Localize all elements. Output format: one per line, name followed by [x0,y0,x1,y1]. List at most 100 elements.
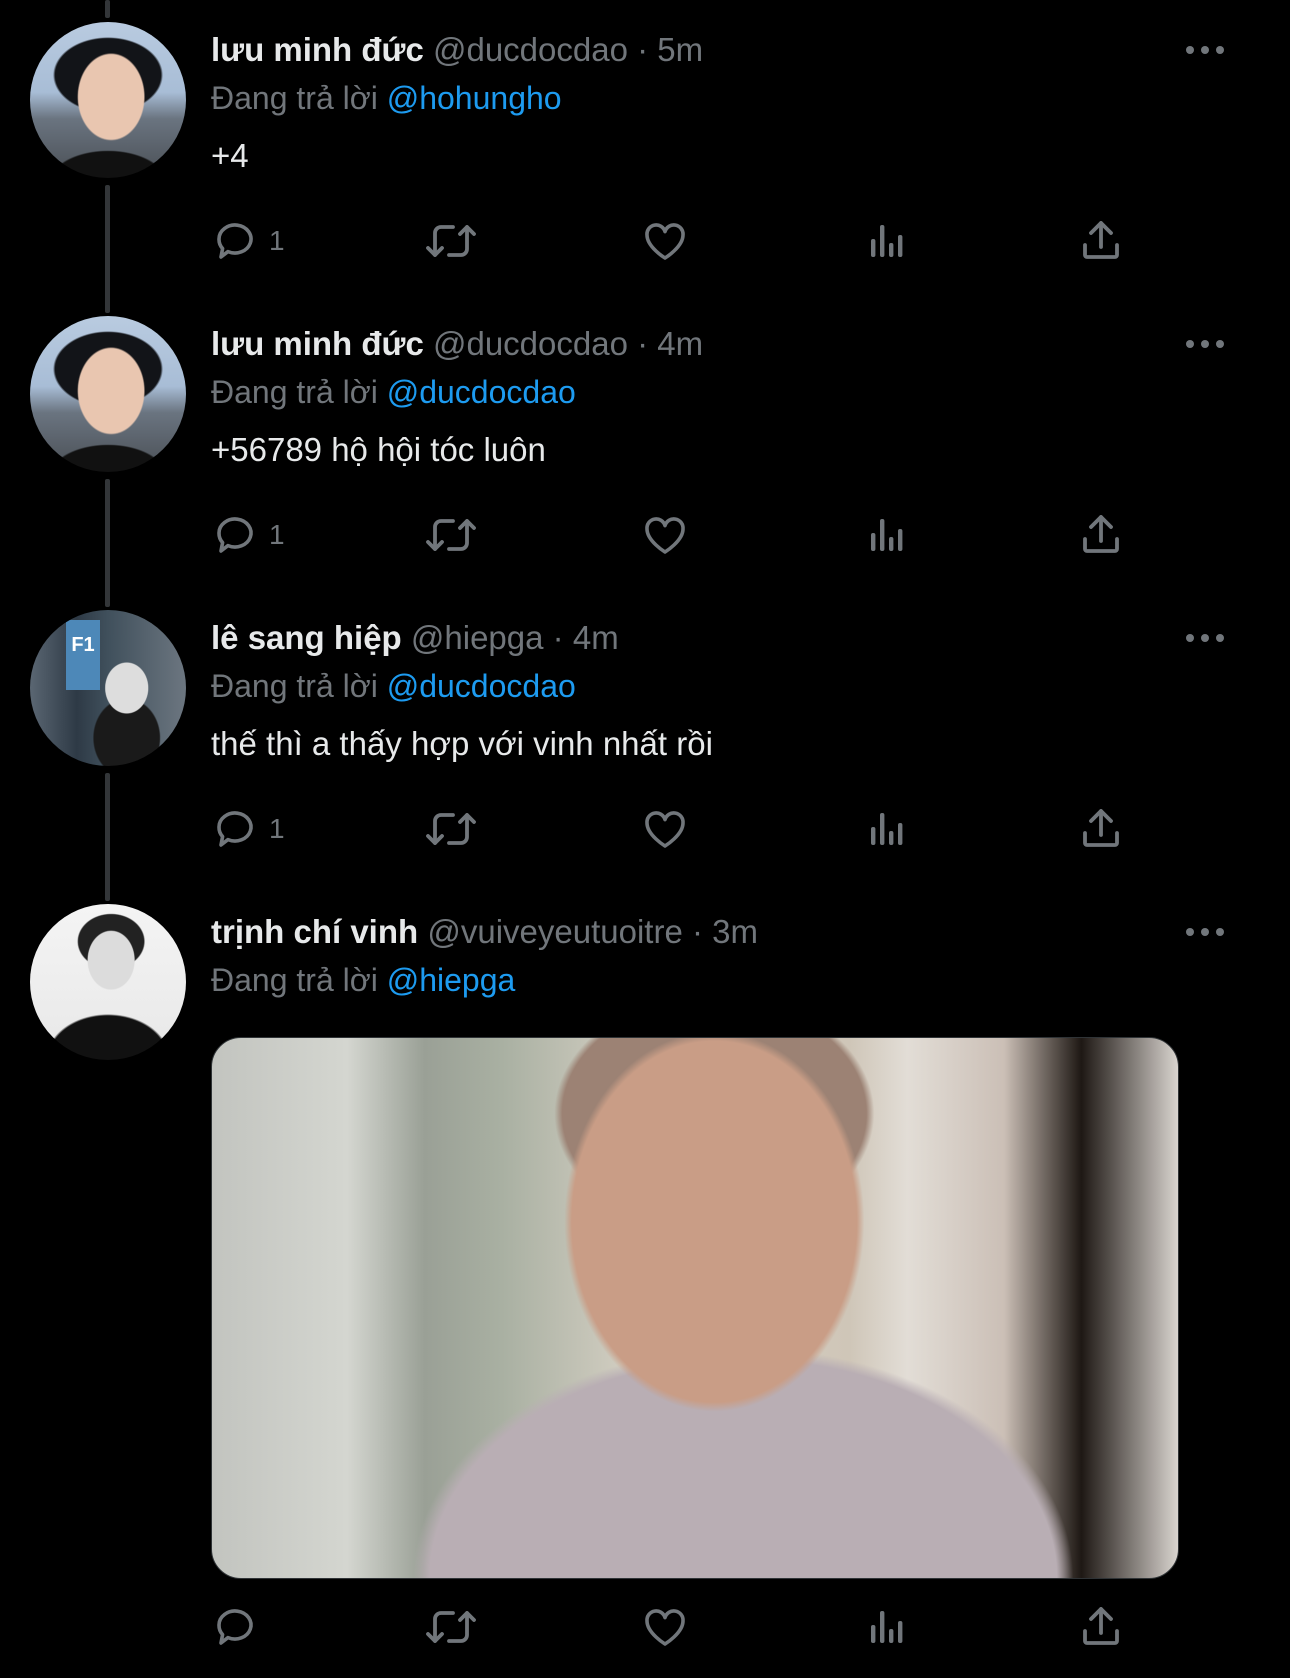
avatar-sign: F1 [66,620,100,690]
more-icon [1185,45,1225,55]
display-name[interactable]: lưu minh đức [211,31,424,68]
tweet-header: trịnh chí vinh @vuiveyeutuoitre · 3m [211,912,758,952]
views-icon [863,511,911,559]
separator-dot: · [552,619,564,656]
user-handle[interactable]: @ducdocdao [433,325,628,362]
thread-line [105,773,110,901]
replying-to: Đang trả lời @ducdocdao [211,372,576,412]
reply-icon [211,511,259,559]
replying-to-label: Đang trả lời [211,80,378,116]
like-button[interactable] [641,1597,689,1657]
retweet-button[interactable] [423,799,479,859]
like-icon [641,511,689,559]
retweet-icon [423,511,479,559]
mention-link[interactable]: @ducdocdao [387,668,576,704]
thread-line [105,479,110,607]
views-icon [863,1603,911,1651]
mention-link[interactable]: @hohungho [387,80,562,116]
separator-dot: · [637,325,649,362]
avatar[interactable] [30,22,186,178]
separator-dot: · [691,913,703,950]
more-icon [1185,633,1225,643]
reply-count: 1 [269,225,285,256]
share-button[interactable] [1077,799,1125,859]
tweet-header: lê sang hiệp @hiepga · 4m [211,618,619,658]
timestamp[interactable]: 5m [657,31,703,68]
views-button[interactable] [863,799,911,859]
retweet-icon [423,217,479,265]
reply-icon [211,1603,259,1651]
mention-link[interactable]: @ducdocdao [387,374,576,410]
display-name[interactable]: lưu minh đức [211,325,424,362]
tweet-header: lưu minh đức @ducdocdao · 4m [211,324,703,364]
avatar[interactable] [30,316,186,472]
retweet-icon [423,1603,479,1651]
replying-to-label: Đang trả lời [211,962,378,998]
tweet-text: +4 [211,137,249,174]
tweet-text: +56789 hộ hội tóc luôn [211,431,546,468]
share-icon [1077,805,1125,853]
replying-to-label: Đang trả lời [211,668,378,704]
reply-button[interactable]: 1 [211,799,285,859]
views-button[interactable] [863,1597,911,1657]
tweet-actions: 1 [211,505,1119,565]
separator-dot: · [637,31,649,68]
like-icon [641,217,689,265]
reply-icon [211,805,259,853]
display-name[interactable]: trịnh chí vinh [211,913,418,950]
views-icon [863,217,911,265]
more-icon [1185,927,1225,937]
like-icon [641,805,689,853]
reply-button[interactable]: 1 [211,211,285,271]
reply-count: 1 [269,519,285,550]
reply-button[interactable] [211,1597,259,1657]
display-name[interactable]: lê sang hiệp [211,619,402,656]
mention-link[interactable]: @hiepga [387,962,516,998]
views-button[interactable] [863,211,911,271]
retweet-button[interactable] [423,1597,479,1657]
avatar[interactable] [30,904,186,1060]
share-icon [1077,511,1125,559]
thread-line [105,185,110,313]
like-button[interactable] [641,505,689,565]
like-button[interactable] [641,211,689,271]
views-icon [863,805,911,853]
retweet-button[interactable] [423,505,479,565]
like-button[interactable] [641,799,689,859]
tweet-text: thế thì a thấy hợp với vinh nhất rồi [211,725,713,762]
replying-to-label: Đang trả lời [211,374,378,410]
reply-count: 1 [269,813,285,844]
like-icon [641,1603,689,1651]
user-handle[interactable]: @vuiveyeutuoitre [427,913,682,950]
share-icon [1077,1603,1125,1651]
share-button[interactable] [1077,211,1125,271]
share-icon [1077,217,1125,265]
user-handle[interactable]: @hiepga [411,619,544,656]
timestamp[interactable]: 4m [573,619,619,656]
tweet-actions: 1 [211,799,1119,859]
retweet-button[interactable] [423,211,479,271]
tweet-actions [211,1597,1119,1657]
retweet-icon [423,805,479,853]
replying-to: Đang trả lời @hohungho [211,78,562,118]
replying-to: Đang trả lời @ducdocdao [211,666,576,706]
tweet-actions: 1 [211,211,1119,271]
views-button[interactable] [863,505,911,565]
more-button[interactable] [1180,324,1230,364]
timestamp[interactable]: 3m [712,913,758,950]
more-button[interactable] [1180,30,1230,70]
thread-line [105,0,110,18]
reply-icon [211,217,259,265]
more-button[interactable] [1180,912,1230,952]
share-button[interactable] [1077,505,1125,565]
more-icon [1185,339,1225,349]
more-button[interactable] [1180,618,1230,658]
avatar[interactable]: F1 [30,610,186,766]
user-handle[interactable]: @ducdocdao [433,31,628,68]
timestamp[interactable]: 4m [657,325,703,362]
reply-button[interactable]: 1 [211,505,285,565]
replying-to: Đang trả lời @hiepga [211,960,515,1000]
share-button[interactable] [1077,1597,1125,1657]
tweet-header: lưu minh đức @ducdocdao · 5m [211,30,703,70]
tweet-media-image[interactable] [211,1037,1179,1579]
